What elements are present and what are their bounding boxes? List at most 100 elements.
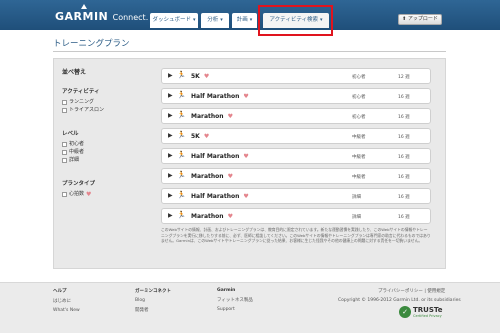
checkbox[interactable] <box>62 99 67 105</box>
footer-link[interactable]: フィットネス製品 <box>217 297 253 303</box>
plan-row[interactable]: ▶ 🏃 Marathon ♥ 詳細 16 週 <box>161 208 431 224</box>
expand-arrow-icon[interactable]: ▶ <box>168 112 173 119</box>
disclaimer-text: このWebサイトの情報、計画、およびトレーニングプランは、教育目的に限定されてい… <box>161 227 431 243</box>
filter-option-label: トライアスロン <box>69 106 105 113</box>
plan-level: 詳細 <box>352 195 361 200</box>
sort-label[interactable]: 並べ替え <box>62 67 86 76</box>
expand-arrow-icon[interactable]: ▶ <box>168 92 173 99</box>
plan-name: Marathon ♥ <box>191 173 233 180</box>
plan-duration: 16 週 <box>398 155 410 160</box>
logo-triangle-icon <box>81 4 87 9</box>
plan-name: Marathon ♥ <box>191 113 233 120</box>
logo-text: GARMIN <box>55 10 109 23</box>
expand-arrow-icon[interactable]: ▶ <box>168 172 173 179</box>
tab-plan[interactable]: 計画 ▾ <box>232 13 257 28</box>
plan-row[interactable]: ▶ 🏃 Marathon ♥ 中級者 16 週 <box>161 168 431 184</box>
filter-option-label: 詳細 <box>69 156 80 163</box>
filter-option-running[interactable]: ランニング <box>62 98 152 106</box>
checkbox[interactable] <box>62 149 67 155</box>
filter-option-intermediate[interactable]: 中級者 <box>62 148 152 156</box>
filter-option-advanced[interactable]: 詳細 <box>62 156 152 164</box>
footer: ヘルプ はじめに What's New ガーミンコネクト Blog 開発者 Ga… <box>0 282 500 333</box>
plan-duration: 16 週 <box>398 175 410 180</box>
expand-arrow-icon[interactable]: ▶ <box>168 212 173 219</box>
footer-heading: Garmin <box>217 288 236 293</box>
upload-arrow-icon: ⬆ <box>402 16 407 22</box>
expand-arrow-icon[interactable]: ▶ <box>168 152 173 159</box>
plan-row[interactable]: ▶ 🏃 5K ♥ 中級者 16 週 <box>161 128 431 144</box>
upload-button[interactable]: ⬆ アップロード <box>398 14 442 25</box>
plan-name: Half Marathon ♥ <box>191 93 249 100</box>
filter-option-heart-rate[interactable]: 心拍数 ♥ <box>62 190 152 198</box>
plan-row[interactable]: ▶ 🏃 Half Marathon ♥ 詳細 16 週 <box>161 188 431 204</box>
footer-link[interactable]: Blog <box>135 298 171 303</box>
heart-icon: ♥ <box>86 190 92 198</box>
tab-dashboard[interactable]: ダッシュボード ▾ <box>150 13 198 28</box>
footer-col-connect: ガーミンコネクト Blog 開発者 <box>135 288 171 317</box>
logo-suffix: Connect. <box>112 13 149 22</box>
heart-icon: ♥ <box>227 213 233 220</box>
footer-heading: ガーミンコネクト <box>135 289 171 294</box>
footer-link[interactable]: 開発者 <box>135 307 171 313</box>
filter-option-beginner[interactable]: 初心者 <box>62 140 152 148</box>
heart-icon: ♥ <box>243 93 249 100</box>
footer-link[interactable]: What's New <box>53 308 80 313</box>
runner-icon: 🏃 <box>177 211 186 219</box>
footer-link[interactable]: Support <box>217 307 253 312</box>
filter-option-label: 中級者 <box>69 148 85 155</box>
runner-icon: 🏃 <box>177 91 186 99</box>
plan-name: Marathon ♥ <box>191 213 233 220</box>
plan-level: 初心者 <box>352 115 366 120</box>
plan-row[interactable]: ▶ 🏃 Half Marathon ♥ 中級者 16 週 <box>161 148 431 164</box>
copyright-text: Copyright © 1996-2012 Garmin Ltd. or its… <box>338 298 461 303</box>
filter-option-triathlon[interactable]: トライアスロン <box>62 106 152 114</box>
filter-option-label: 初心者 <box>69 140 85 147</box>
heart-icon: ♥ <box>243 153 249 160</box>
plan-level: 初心者 <box>352 95 366 100</box>
tab-analysis[interactable]: 分析 ▾ <box>201 13 229 28</box>
garmin-connect-logo[interactable]: GARMIN Connect. <box>55 4 149 23</box>
truste-badge[interactable]: ✓ TRUSTe Certified Privacy <box>399 306 443 320</box>
plan-duration: 16 週 <box>398 215 410 220</box>
plan-duration: 16 週 <box>398 135 410 140</box>
plan-level: 中級者 <box>352 155 366 160</box>
checkbox[interactable] <box>62 191 67 197</box>
truste-seal-icon: ✓ <box>399 306 411 318</box>
chevron-down-icon: ▾ <box>249 17 253 23</box>
footer-heading: ヘルプ <box>53 289 67 294</box>
runner-icon: 🏃 <box>177 151 186 159</box>
plan-level: 詳細 <box>352 215 361 220</box>
filter-option-label: 心拍数 <box>69 190 85 197</box>
main-content-panel: 並べ替え アクティビティ ランニング トライアスロン レベル 初心者 中級者 詳… <box>53 58 446 269</box>
plan-name: Half Marathon ♥ <box>191 153 249 160</box>
expand-arrow-icon[interactable]: ▶ <box>168 132 173 139</box>
chevron-down-icon: ▾ <box>193 17 196 23</box>
footer-link[interactable]: はじめに <box>53 298 80 304</box>
truste-subtitle: Certified Privacy <box>413 314 442 318</box>
plan-row[interactable]: ▶ 🏃 Half Marathon ♥ 初心者 16 週 <box>161 88 431 104</box>
chevron-down-icon: ▾ <box>220 17 223 23</box>
plan-level: 中級者 <box>352 135 366 140</box>
plan-row[interactable]: ▶ 🏃 Marathon ♥ 初心者 16 週 <box>161 108 431 124</box>
heart-icon: ♥ <box>203 73 210 80</box>
filter-group-activity: アクティビティ ランニング トライアスロン <box>62 87 152 114</box>
plan-duration: 12 週 <box>398 75 410 80</box>
tab-label: 計画 <box>236 17 248 23</box>
runner-icon: 🏃 <box>177 111 186 119</box>
checkbox[interactable] <box>62 107 67 113</box>
heart-icon: ♥ <box>203 133 210 140</box>
plan-duration: 16 週 <box>398 115 410 120</box>
expand-arrow-icon[interactable]: ▶ <box>168 72 173 79</box>
checkbox[interactable] <box>62 141 67 147</box>
plan-name: 5K ♥ <box>191 73 210 80</box>
privacy-links[interactable]: プライバシーポリシー | 使用規定 <box>378 288 445 294</box>
filter-option-label: ランニング <box>69 98 95 105</box>
tab-label: 分析 <box>207 17 219 23</box>
checkbox[interactable] <box>62 157 67 163</box>
plan-duration: 16 週 <box>398 195 410 200</box>
expand-arrow-icon[interactable]: ▶ <box>168 192 173 199</box>
annotation-highlight-box <box>258 5 333 36</box>
plan-row[interactable]: ▶ 🏃 5K ♥ 初心者 12 週 <box>161 68 431 84</box>
plan-name: 5K ♥ <box>191 133 210 140</box>
footer-col-help: ヘルプ はじめに What's New <box>53 288 80 317</box>
